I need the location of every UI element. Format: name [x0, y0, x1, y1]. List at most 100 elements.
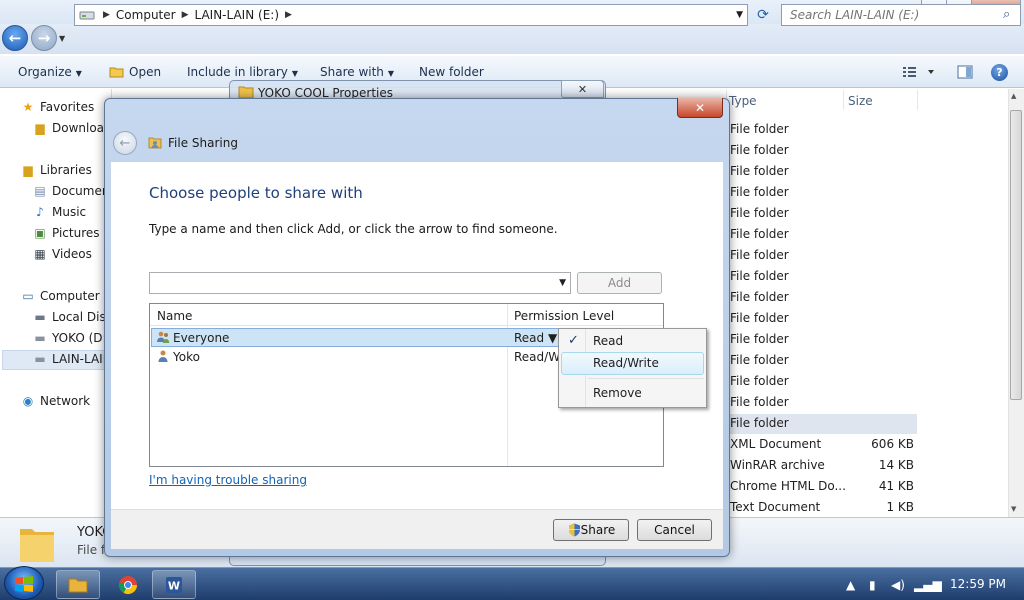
recent-pages-dropdown[interactable]: ▼ [59, 34, 65, 43]
name-combobox[interactable]: ▼ [149, 272, 571, 294]
show-hidden-icons[interactable]: ▲ [846, 578, 855, 592]
include-in-library-button[interactable]: Include in library ▼ [187, 65, 298, 79]
file-type-cell[interactable]: File folder [730, 353, 789, 367]
nav-pictures[interactable]: ▣ Pictures [32, 226, 99, 240]
file-type-cell[interactable]: File folder [730, 164, 789, 178]
checkmark-icon: ✓ [568, 333, 579, 348]
computer-icon: ▭ [22, 289, 34, 303]
group-users-icon [157, 331, 170, 343]
uac-shield-icon [569, 523, 581, 537]
file-type-cell[interactable]: File folder [730, 395, 789, 409]
folder-open-icon [109, 67, 124, 78]
word-icon: W [166, 576, 182, 593]
address-dropdown-icon[interactable]: ▼ [736, 10, 743, 20]
cancel-button[interactable]: Cancel [637, 519, 712, 541]
scrollbar-thumb[interactable] [1010, 110, 1022, 400]
file-type-cell[interactable]: WinRAR archive [730, 458, 825, 472]
nav-videos[interactable]: ▦ Videos [32, 247, 92, 261]
new-folder-button[interactable]: New folder [419, 65, 484, 79]
file-size-cell[interactable]: 606 KB [871, 437, 914, 451]
folder-icon: ▆ [35, 121, 45, 135]
file-sharing-title: File Sharing [168, 136, 238, 150]
share-with-label: Share with [320, 65, 384, 79]
file-sharing-close-button[interactable]: ✕ [677, 98, 723, 118]
nav-computer[interactable]: ▭ Computer [20, 289, 99, 303]
file-type-cell[interactable]: File folder [730, 227, 789, 241]
column-header-size[interactable]: Size [848, 94, 873, 108]
file-size-cell[interactable]: 14 KB [879, 458, 914, 472]
refresh-icon[interactable]: ⟳ [752, 4, 774, 26]
share-with-button[interactable]: Share with ▼ [320, 65, 394, 79]
file-type-cell[interactable]: File folder [730, 374, 789, 388]
file-type-cell[interactable]: File folder [730, 185, 789, 199]
file-type-cell[interactable]: File folder [730, 122, 789, 136]
local-disk-icon: ▬ [34, 310, 46, 324]
column-header-name[interactable]: Name [157, 309, 192, 323]
volume-icon[interactable]: ◀) [891, 578, 905, 592]
pictures-icon: ▣ [34, 226, 46, 240]
nav-favorites[interactable]: ★ Favorites [20, 100, 95, 114]
file-type-cell[interactable]: File folder [730, 311, 789, 325]
nav-libraries[interactable]: ▆ Libraries [20, 163, 91, 177]
back-arrow-icon: ← [119, 135, 131, 151]
search-icon[interactable]: ⌕ [1003, 7, 1010, 22]
taskbar-explorer[interactable] [56, 570, 100, 599]
column-header-type[interactable]: Type [729, 94, 757, 108]
combobox-arrow-icon[interactable]: ▼ [559, 278, 566, 288]
file-type-cell[interactable]: File folder [730, 248, 789, 262]
file-type-cell[interactable]: File folder [730, 206, 789, 220]
drive-icon: ▬ [34, 352, 46, 366]
change-view-button[interactable] [902, 66, 936, 81]
taskbar-word[interactable]: W [152, 570, 196, 599]
menu-item-remove[interactable]: Remove [593, 386, 642, 400]
file-type-cell[interactable]: File folder [730, 416, 789, 430]
share-heading: Choose people to share with [149, 184, 363, 202]
nav-network[interactable]: ◉ Network [20, 394, 90, 408]
back-arrow-icon: ← [8, 29, 22, 47]
help-icon[interactable]: ? [991, 64, 1008, 81]
back-button[interactable]: ← [2, 25, 28, 51]
explorer-folder-icon [68, 578, 88, 592]
file-type-cell[interactable]: File folder [730, 332, 789, 346]
taskbar-clock[interactable]: 12:59 PM [950, 577, 1006, 591]
chrome-icon [118, 575, 137, 594]
breadcrumb-separator[interactable]: ▶ [285, 10, 292, 20]
taskbar-chrome[interactable] [106, 570, 150, 599]
nav-music[interactable]: ♪ Music [32, 205, 86, 219]
scroll-up-icon[interactable]: ▲ [1011, 92, 1016, 100]
file-sharing-icon [148, 137, 162, 149]
nav-yoko-drive[interactable]: ▬ YOKO (D:) [32, 331, 111, 345]
dialog-back-button[interactable]: ← [113, 131, 137, 155]
share-button[interactable]: Share [553, 519, 629, 541]
nav-yoko-label: YOKO (D:) [52, 331, 112, 345]
breadcrumb-separator[interactable]: ▶ [103, 10, 110, 20]
address-bar[interactable]: ▶ Computer ▶ LAIN-LAIN (E:) ▶ ▼ [74, 4, 748, 26]
file-size-cell[interactable]: 41 KB [879, 479, 914, 493]
add-button[interactable]: Add [577, 272, 662, 294]
scroll-down-icon[interactable]: ▼ [1011, 505, 1016, 513]
trouble-sharing-link[interactable]: I'm having trouble sharing [149, 473, 307, 487]
permission-dropdown-everyone[interactable]: Read ▼ [514, 331, 557, 345]
battery-icon[interactable]: ▮ [869, 578, 876, 592]
properties-close-button[interactable]: ✕ [561, 80, 604, 98]
file-type-cell[interactable]: File folder [730, 290, 789, 304]
network-signal-icon[interactable]: ▂▄▆ [914, 578, 942, 592]
menu-item-read-write[interactable]: Read/Write [593, 356, 659, 370]
organize-button[interactable]: Organize ▼ [18, 65, 82, 79]
search-input[interactable] [781, 4, 1021, 26]
file-size-cell[interactable]: 1 KB [886, 500, 914, 514]
preview-pane-button[interactable] [957, 64, 973, 83]
breadcrumb-separator[interactable]: ▶ [182, 10, 189, 20]
file-type-cell[interactable]: XML Document [730, 437, 821, 451]
breadcrumb-drive[interactable]: LAIN-LAIN (E:) [195, 8, 280, 22]
file-type-cell[interactable]: File folder [730, 269, 789, 283]
dropdown-arrow-icon: ▼ [75, 69, 82, 78]
open-button[interactable]: Open [109, 65, 161, 79]
forward-button[interactable]: → [31, 25, 57, 51]
file-type-cell[interactable]: Text Document [730, 500, 820, 514]
menu-item-read[interactable]: Read [593, 334, 623, 348]
breadcrumb-computer[interactable]: Computer [116, 8, 176, 22]
column-header-permission[interactable]: Permission Level [514, 309, 614, 323]
file-type-cell[interactable]: Chrome HTML Do... [730, 479, 846, 493]
file-type-cell[interactable]: File folder [730, 143, 789, 157]
